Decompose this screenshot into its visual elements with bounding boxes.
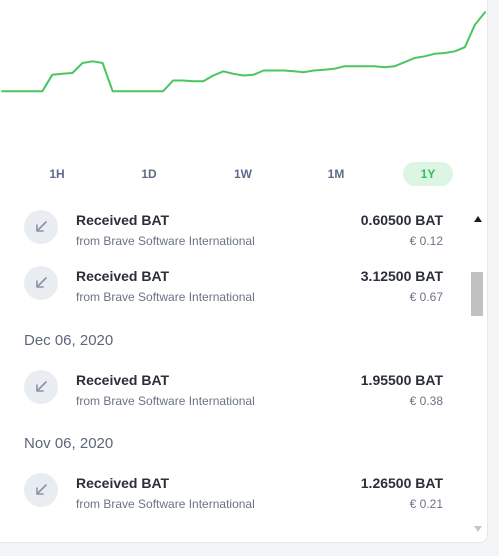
transaction-title: Received BAT: [76, 268, 170, 284]
range-1y-button[interactable]: 1Y: [403, 162, 453, 186]
price-line: [1, 11, 486, 93]
transaction-list-scrollbar[interactable]: [468, 210, 487, 538]
transaction-amount: 3.12500 BAT: [360, 268, 443, 284]
transaction-row[interactable]: Received BAT from Brave Software Interna…: [0, 256, 468, 312]
arrow-down-left-icon: [24, 266, 58, 300]
transaction-title: Received BAT: [76, 372, 170, 388]
scroll-up-arrow-icon[interactable]: [474, 216, 482, 222]
transaction-row[interactable]: Received BAT from Brave Software Interna…: [0, 463, 468, 519]
transaction-title: Received BAT: [76, 212, 170, 228]
transaction-sender: from Brave Software International: [76, 497, 255, 511]
transaction-title: Received BAT: [76, 475, 170, 491]
transaction-row[interactable]: Received BAT from Brave Software Interna…: [0, 200, 468, 256]
scroll-down-arrow-icon[interactable]: [474, 526, 482, 532]
arrow-down-left-icon: [24, 473, 58, 507]
transaction-row[interactable]: Received BAT from Brave Software Interna…: [0, 360, 468, 416]
range-1d-button[interactable]: 1D: [124, 162, 174, 186]
arrow-down-left-icon: [24, 210, 58, 244]
transaction-fiat-value: € 0.67: [409, 290, 443, 304]
transaction-list: Received BAT from Brave Software Interna…: [0, 198, 468, 542]
transaction-fiat-value: € 0.21: [409, 497, 443, 511]
transaction-amount: 1.95500 BAT: [360, 372, 443, 388]
scrollbar-thumb[interactable]: [471, 272, 483, 316]
transaction-amount: 0.60500 BAT: [360, 212, 443, 228]
portfolio-panel: 1H 1D 1W 1M 1Y Received BAT from Brave S…: [0, 0, 488, 543]
transaction-amount: 1.26500 BAT: [360, 475, 443, 491]
transaction-fiat-value: € 0.12: [409, 234, 443, 248]
time-range-selector: 1H 1D 1W 1M 1Y: [0, 160, 487, 188]
transaction-sender: from Brave Software International: [76, 394, 255, 408]
transaction-fiat-value: € 0.38: [409, 394, 443, 408]
price-chart: [1, 11, 486, 93]
range-1w-button[interactable]: 1W: [218, 162, 268, 186]
date-header: Dec 06, 2020: [24, 332, 114, 349]
range-1h-button[interactable]: 1H: [32, 162, 82, 186]
range-1m-button[interactable]: 1M: [311, 162, 361, 186]
date-header: Nov 06, 2020: [24, 435, 114, 452]
transaction-sender: from Brave Software International: [76, 290, 255, 304]
transaction-sender: from Brave Software International: [76, 234, 255, 248]
arrow-down-left-icon: [24, 370, 58, 404]
